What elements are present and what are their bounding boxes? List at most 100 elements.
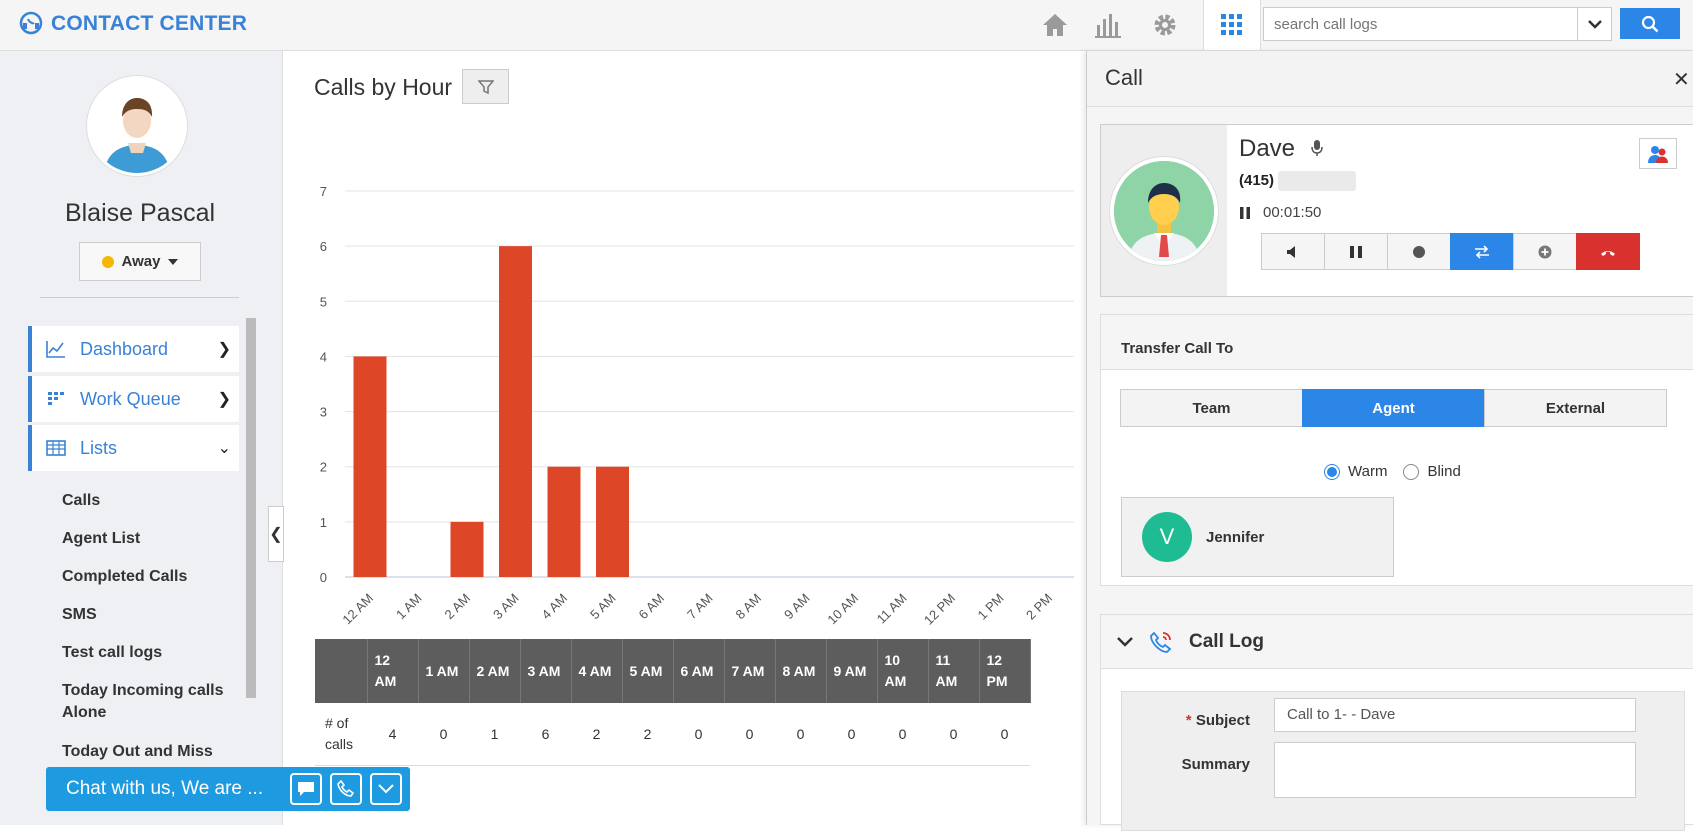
list-item-completed-calls[interactable]: Completed Calls bbox=[62, 566, 187, 588]
transfer-section: Transfer Call To Team Agent External War… bbox=[1100, 314, 1693, 586]
sidebar-item-lists[interactable]: Lists ⌄ bbox=[28, 425, 239, 471]
chevron-down-icon: ⌄ bbox=[217, 440, 231, 457]
table-column-header: 9 AM bbox=[826, 639, 878, 703]
call-panel-header: Call ✕ bbox=[1087, 51, 1693, 107]
chevron-left-icon: ❮ bbox=[269, 526, 283, 543]
transfer-button[interactable] bbox=[1450, 233, 1514, 270]
chart-bar[interactable] bbox=[596, 466, 629, 577]
filter-button[interactable] bbox=[462, 69, 509, 104]
list-item-today-incoming-calls[interactable]: Today Incoming calls Alone bbox=[62, 680, 237, 724]
app-logo[interactable]: CONTACT CENTER bbox=[17, 10, 247, 38]
hangup-icon bbox=[1601, 250, 1615, 256]
chat-widget[interactable]: Chat with us, We are ... bbox=[46, 767, 410, 811]
close-icon[interactable]: ✕ bbox=[1673, 67, 1690, 92]
chat-call-button[interactable] bbox=[330, 773, 362, 805]
chevron-right-icon: ❯ bbox=[217, 341, 231, 358]
x-tick-label: 4 AM bbox=[539, 591, 571, 623]
reports-icon[interactable] bbox=[1090, 8, 1126, 42]
collapse-sidebar-button[interactable]: ❮ bbox=[268, 506, 284, 562]
agent-card[interactable]: V Jennifer bbox=[1121, 497, 1394, 577]
tab-agent[interactable]: Agent bbox=[1302, 389, 1485, 427]
table-cell: 6 bbox=[520, 703, 571, 766]
chevron-right-icon: ❯ bbox=[217, 391, 231, 408]
x-tick-label: 5 AM bbox=[587, 591, 619, 623]
mute-button[interactable] bbox=[1261, 233, 1325, 270]
table-column-header: 12 PM bbox=[979, 639, 1031, 703]
search-button[interactable] bbox=[1620, 8, 1680, 39]
radio-checked-icon bbox=[1324, 463, 1340, 480]
list-item-agent-list[interactable]: Agent List bbox=[62, 528, 140, 550]
add-call-button[interactable] bbox=[1513, 233, 1577, 270]
sidebar: Blaise Pascal Away Dashboard ❯ Work Queu… bbox=[0, 51, 284, 825]
caller-photo-area bbox=[1101, 125, 1227, 296]
chart-bar[interactable] bbox=[353, 356, 387, 577]
home-icon[interactable] bbox=[1037, 8, 1073, 42]
call-panel: Call ✕ Dave (415) 00:01:50 Transfer Call bbox=[1086, 51, 1693, 831]
sidebar-divider bbox=[40, 297, 239, 298]
chat-message-button[interactable] bbox=[290, 773, 322, 805]
agent-name: Jennifer bbox=[1206, 528, 1265, 546]
chart-bar[interactable] bbox=[499, 246, 532, 577]
list-item-test-call-logs[interactable]: Test call logs bbox=[62, 642, 162, 664]
transfer-heading: Transfer Call To bbox=[1101, 315, 1693, 370]
list-item-calls[interactable]: Calls bbox=[62, 490, 100, 512]
y-tick-label: 3 bbox=[320, 405, 327, 420]
tab-external[interactable]: External bbox=[1484, 389, 1667, 427]
radio-warm[interactable]: Warm bbox=[1324, 463, 1387, 480]
chart-bar[interactable] bbox=[450, 521, 484, 577]
x-tick-label: 7 AM bbox=[684, 591, 716, 623]
search-dropdown-button[interactable] bbox=[1577, 8, 1611, 40]
line-chart-icon bbox=[46, 341, 65, 358]
x-tick-label: 11 AM bbox=[874, 591, 910, 627]
sidebar-scrollbar[interactable] bbox=[246, 318, 256, 698]
contacts-button[interactable] bbox=[1639, 138, 1677, 169]
table-corner-cell bbox=[315, 639, 368, 703]
table-column-header: 7 AM bbox=[724, 639, 776, 703]
chat-minimize-button[interactable] bbox=[370, 773, 402, 805]
sidebar-item-work-queue[interactable]: Work Queue ❯ bbox=[28, 376, 239, 422]
y-tick-label: 6 bbox=[320, 239, 327, 254]
table-cell: 2 bbox=[571, 703, 622, 766]
user-avatar[interactable] bbox=[87, 76, 187, 176]
subject-label: * Subject bbox=[1160, 712, 1250, 729]
dialpad-button[interactable] bbox=[1203, 0, 1261, 50]
dialpad-icon bbox=[1221, 14, 1242, 35]
x-tick-label: 12 PM bbox=[921, 591, 958, 628]
x-tick-label: 1 PM bbox=[975, 591, 1007, 623]
gear-icon[interactable] bbox=[1147, 8, 1183, 42]
chevron-down-icon bbox=[1117, 636, 1133, 647]
radio-blind[interactable]: Blind bbox=[1403, 463, 1461, 480]
table-column-header: 11 AM bbox=[928, 639, 980, 703]
chart-bar[interactable] bbox=[547, 466, 581, 577]
table-header-row: 12 AM 1 AM 2 AM 3 AM 4 AM 5 AM 6 AM 7 AM 8 AM 9 A… bbox=[315, 639, 1031, 703]
call-log-header[interactable]: Call Log bbox=[1101, 615, 1693, 669]
subject-label-text: Subject bbox=[1195, 712, 1250, 729]
y-tick-label: 1 bbox=[320, 515, 327, 530]
pause-small-icon bbox=[1240, 206, 1250, 219]
call-timer-value: 00:01:50 bbox=[1263, 204, 1322, 221]
sidebar-item-dashboard[interactable]: Dashboard ❯ bbox=[28, 326, 239, 372]
y-tick-label: 4 bbox=[320, 349, 327, 364]
transfer-icon bbox=[1475, 244, 1489, 259]
list-item-sms[interactable]: SMS bbox=[62, 604, 97, 626]
redacted-number bbox=[1278, 171, 1357, 191]
filter-icon bbox=[477, 79, 494, 94]
list-item-today-out-and-miss[interactable]: Today Out and Miss bbox=[62, 741, 213, 763]
table-column-header: 6 AM bbox=[673, 639, 725, 703]
hangup-button[interactable] bbox=[1576, 233, 1640, 270]
table-cell: 2 bbox=[622, 703, 673, 766]
hold-button[interactable] bbox=[1324, 233, 1388, 270]
summary-textarea[interactable] bbox=[1274, 742, 1636, 798]
record-button[interactable] bbox=[1387, 233, 1451, 270]
table-cell: 0 bbox=[724, 703, 775, 766]
y-tick-label: 5 bbox=[320, 294, 327, 309]
call-panel-title: Call bbox=[1105, 65, 1143, 90]
table-cell: 0 bbox=[979, 703, 1030, 766]
status-dropdown[interactable]: Away bbox=[79, 242, 201, 281]
table-column-header: 4 AM bbox=[571, 639, 623, 703]
subject-input[interactable]: Call to 1- - Dave bbox=[1274, 698, 1636, 732]
headset-logo-icon bbox=[19, 11, 43, 35]
search-input[interactable] bbox=[1264, 8, 1577, 40]
search-box bbox=[1263, 7, 1612, 41]
tab-team[interactable]: Team bbox=[1120, 389, 1303, 427]
